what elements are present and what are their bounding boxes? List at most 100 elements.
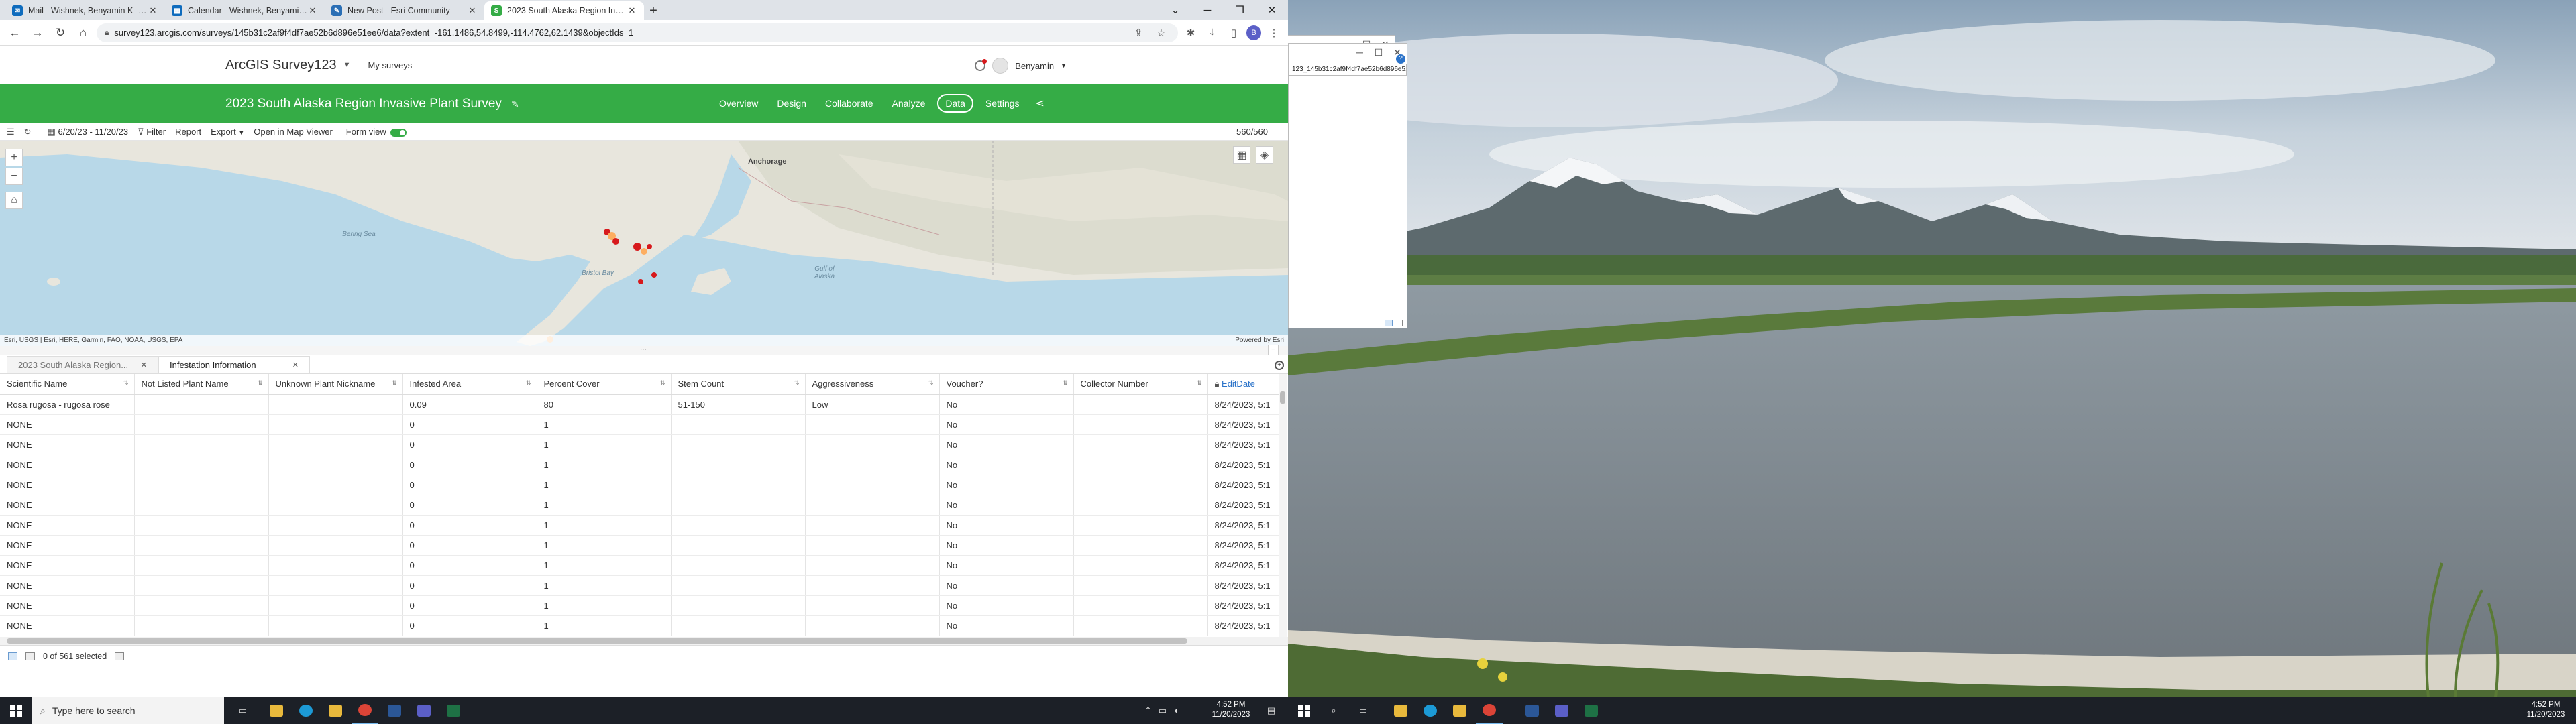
scrollbar-thumb[interactable] [1280, 391, 1285, 404]
chevron-up-icon[interactable]: ⌃ [1144, 705, 1152, 716]
column-header[interactable]: Infested Area ⇅ [402, 374, 537, 395]
layout-icon[interactable] [1395, 320, 1403, 326]
excel-icon[interactable] [1578, 697, 1605, 724]
word-icon[interactable] [1519, 697, 1546, 724]
chevron-down-icon[interactable]: ▼ [343, 61, 351, 69]
taskbar-clock[interactable]: 4:52 PM 11/20/2023 [2522, 700, 2569, 720]
table-row[interactable]: NONE 0 1 No 8/24/2023, 5:1 [0, 535, 1282, 556]
browser-tab-esri-community[interactable]: ✎ New Post - Esri Community ✕ [325, 1, 484, 20]
lock-icon[interactable]: 🔒︎ [105, 27, 109, 38]
column-header[interactable]: Collector Number ⇅ [1073, 374, 1208, 395]
map-view-icon[interactable] [25, 652, 35, 660]
more-menu-icon[interactable]: ⋮ [1265, 24, 1283, 42]
powered-by-esri[interactable]: Powered by Esri [1235, 337, 1284, 344]
sort-icon[interactable]: ⇅ [660, 379, 665, 387]
column-header[interactable]: Percent Cover ⇅ [537, 374, 672, 395]
notifications-icon[interactable]: ▤ [1261, 697, 1281, 724]
column-header[interactable]: Not Listed Plant Name ⇅ [134, 374, 269, 395]
table-row[interactable]: Rosa rugosa - rugosa rose 0.09 80 51-150 Low… [0, 394, 1282, 415]
survey-point[interactable] [612, 238, 619, 245]
sidebar-icon[interactable]: ▯ [1225, 24, 1242, 42]
vertical-scrollbar[interactable] [1279, 374, 1287, 637]
browser-tab-survey[interactable]: S 2023 South Alaska Region Invas... ✕ [484, 1, 644, 20]
url-field[interactable]: 🔒︎ survey123.arcgis.com/surveys/145b31c2… [97, 23, 1178, 42]
survey-point[interactable] [638, 279, 643, 284]
tab-data[interactable]: Data [937, 94, 973, 113]
windows-start-icon[interactable] [0, 697, 32, 724]
survey-point[interactable] [647, 244, 652, 249]
home-icon[interactable]: ⌂ [5, 192, 23, 209]
tab-infestation-information[interactable]: Infestation Information ✕ [158, 356, 310, 373]
my-surveys-link[interactable]: My surveys [368, 60, 413, 70]
close-icon[interactable]: ✕ [307, 5, 318, 16]
chevron-down-icon[interactable]: ⌄ [1159, 0, 1191, 20]
add-icon[interactable]: + [1275, 361, 1284, 370]
collapse-icon[interactable]: − [1268, 345, 1279, 355]
back-icon[interactable]: ← [5, 23, 24, 42]
column-header[interactable]: Stem Count ⇅ [671, 374, 806, 395]
drag-handle-icon[interactable]: ⋯ [640, 346, 647, 353]
volume-icon[interactable]: ◖ [1173, 705, 1179, 716]
table-row[interactable]: NONE 0 1 No 8/24/2023, 5:1 [0, 555, 1282, 576]
menu-icon[interactable]: ☰ [7, 127, 15, 137]
survey-point[interactable] [633, 243, 641, 251]
horizontal-scrollbar[interactable] [0, 637, 1288, 645]
tab-analyze[interactable]: Analyze [885, 94, 932, 113]
layout-icon[interactable] [1385, 320, 1393, 326]
table-row[interactable]: NONE 0 1 No 8/24/2023, 5:1 [0, 455, 1282, 475]
sort-icon[interactable]: ⇅ [392, 379, 397, 387]
zoom-out-button[interactable]: − [5, 168, 23, 185]
browser-tab-mail[interactable]: ✉ Mail - Wishnek, Benyamin K - O... ✕ [5, 1, 165, 20]
minimize-icon[interactable]: ─ [1350, 44, 1369, 61]
table-row[interactable]: NONE 0 1 No 8/24/2023, 5:1 [0, 575, 1282, 596]
sort-icon[interactable]: ⇅ [526, 379, 531, 387]
form-view-toggle[interactable]: Form view [346, 127, 407, 137]
column-header[interactable]: Voucher? ⇅ [939, 374, 1074, 395]
sort-icon[interactable]: ⇅ [794, 379, 800, 387]
basemap-gallery-icon[interactable]: ▦ [1233, 146, 1250, 164]
edge-icon[interactable] [292, 697, 319, 724]
tab-settings[interactable]: Settings [979, 94, 1026, 113]
file-explorer-icon[interactable] [263, 697, 290, 724]
chrome-icon[interactable] [1476, 697, 1503, 724]
sort-icon[interactable]: ⇅ [1063, 379, 1068, 387]
table-view-icon[interactable] [8, 652, 17, 660]
zoom-in-button[interactable]: + [5, 149, 23, 166]
user-avatar[interactable] [992, 58, 1009, 74]
bookmark-star-icon[interactable]: ☆ [1152, 24, 1170, 42]
taskbar-clock[interactable]: 4:52 PM 11/20/2023 [1208, 700, 1254, 720]
search-icon[interactable]: ⌕ [1320, 697, 1347, 724]
reload-icon[interactable]: ↻ [51, 23, 70, 42]
download-icon[interactable]: ⤓ [1203, 24, 1221, 42]
help-icon[interactable]: ? [1396, 54, 1405, 64]
task-view-icon[interactable]: ▭ [1350, 697, 1377, 724]
close-icon[interactable]: ✕ [627, 5, 637, 16]
store-icon[interactable] [1446, 697, 1473, 724]
word-icon[interactable] [381, 697, 408, 724]
table-row[interactable]: NONE 0 1 No 8/24/2023, 5:1 [0, 595, 1282, 616]
share-icon[interactable]: ⇪ [1130, 24, 1147, 42]
table-row[interactable]: NONE 0 1 No 8/24/2023, 5:1 [0, 414, 1282, 435]
table-row[interactable]: NONE 0 1 No 8/24/2023, 5:1 [0, 515, 1282, 536]
forward-icon[interactable]: → [28, 23, 47, 42]
network-icon[interactable]: ▭ [1159, 705, 1167, 716]
column-header[interactable]: Scientific Name ⇅ [0, 374, 135, 395]
excel-icon[interactable] [440, 697, 467, 724]
kml-path-field[interactable]: 123_145b31c2af9f4df7ae52b6d896e51ee6_KML [1289, 64, 1407, 76]
home-icon[interactable]: ⌂ [74, 23, 93, 42]
tab-design[interactable]: Design [770, 94, 813, 113]
taskbar-search[interactable]: ⌕ Type here to search [32, 697, 224, 724]
sort-icon[interactable]: ⇅ [258, 379, 263, 387]
clear-selection-icon[interactable] [115, 652, 125, 660]
close-icon[interactable]: ✕ [467, 5, 478, 16]
edit-pencil-icon[interactable]: ✎ [511, 99, 519, 110]
table-row[interactable]: NONE 0 1 No 8/24/2023, 5:1 [0, 495, 1282, 516]
column-header[interactable]: Aggressiveness ⇅ [805, 374, 940, 395]
tab-overview[interactable]: Overview [712, 94, 765, 113]
chrome-icon[interactable] [352, 697, 378, 724]
sort-icon[interactable]: ⇅ [928, 379, 934, 387]
table-row[interactable]: NONE 0 1 No 8/24/2023, 5:1 [0, 615, 1282, 636]
close-icon[interactable]: ✕ [141, 361, 147, 369]
scrollbar-thumb[interactable] [7, 638, 1187, 644]
panel-splitter[interactable]: ⋯ − [0, 345, 1288, 355]
